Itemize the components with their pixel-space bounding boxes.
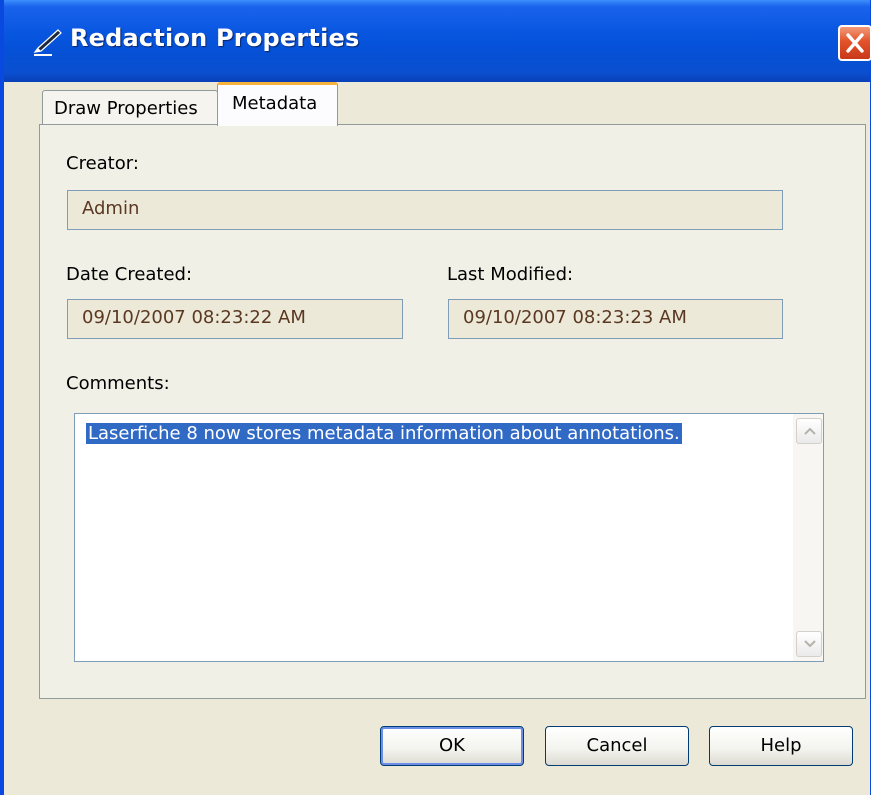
dialog-window: Redaction Properties Draw Properties Met…	[0, 0, 871, 795]
tab-metadata[interactable]: Metadata	[217, 82, 338, 126]
last-modified-label: Last Modified:	[447, 264, 574, 285]
last-modified-value: 09/10/2007 08:23:23 AM	[463, 307, 687, 328]
creator-value: Admin	[82, 198, 140, 219]
creator-field[interactable]: Admin	[67, 190, 783, 230]
comments-textarea[interactable]: Laserfiche 8 now stores metadata informa…	[74, 413, 824, 662]
date-created-field[interactable]: 09/10/2007 08:23:22 AM	[67, 299, 403, 339]
comments-value: Laserfiche 8 now stores metadata informa…	[86, 423, 682, 444]
tab-label: Metadata	[232, 93, 318, 114]
close-button[interactable]	[838, 25, 871, 61]
pen-icon	[32, 24, 66, 58]
scroll-down-button[interactable]	[796, 631, 822, 657]
title-bar[interactable]: Redaction Properties	[4, 0, 871, 82]
comments-label: Comments:	[66, 373, 170, 394]
comments-scrollbar[interactable]	[793, 414, 823, 661]
help-button[interactable]: Help	[709, 726, 853, 766]
tab-label: Draw Properties	[54, 98, 198, 119]
tab-draw-properties[interactable]: Draw Properties	[42, 90, 218, 128]
last-modified-field[interactable]: 09/10/2007 08:23:23 AM	[448, 299, 783, 339]
ok-button[interactable]: OK	[380, 726, 524, 766]
creator-label: Creator:	[66, 153, 139, 174]
cancel-button[interactable]: Cancel	[545, 726, 689, 766]
scroll-up-button[interactable]	[796, 418, 822, 444]
date-created-label: Date Created:	[66, 264, 193, 285]
chevron-up-icon	[804, 427, 816, 435]
date-created-value: 09/10/2007 08:23:22 AM	[82, 307, 306, 328]
close-x-icon	[846, 33, 864, 53]
dialog-title: Redaction Properties	[70, 24, 360, 52]
chevron-down-icon	[804, 640, 816, 648]
